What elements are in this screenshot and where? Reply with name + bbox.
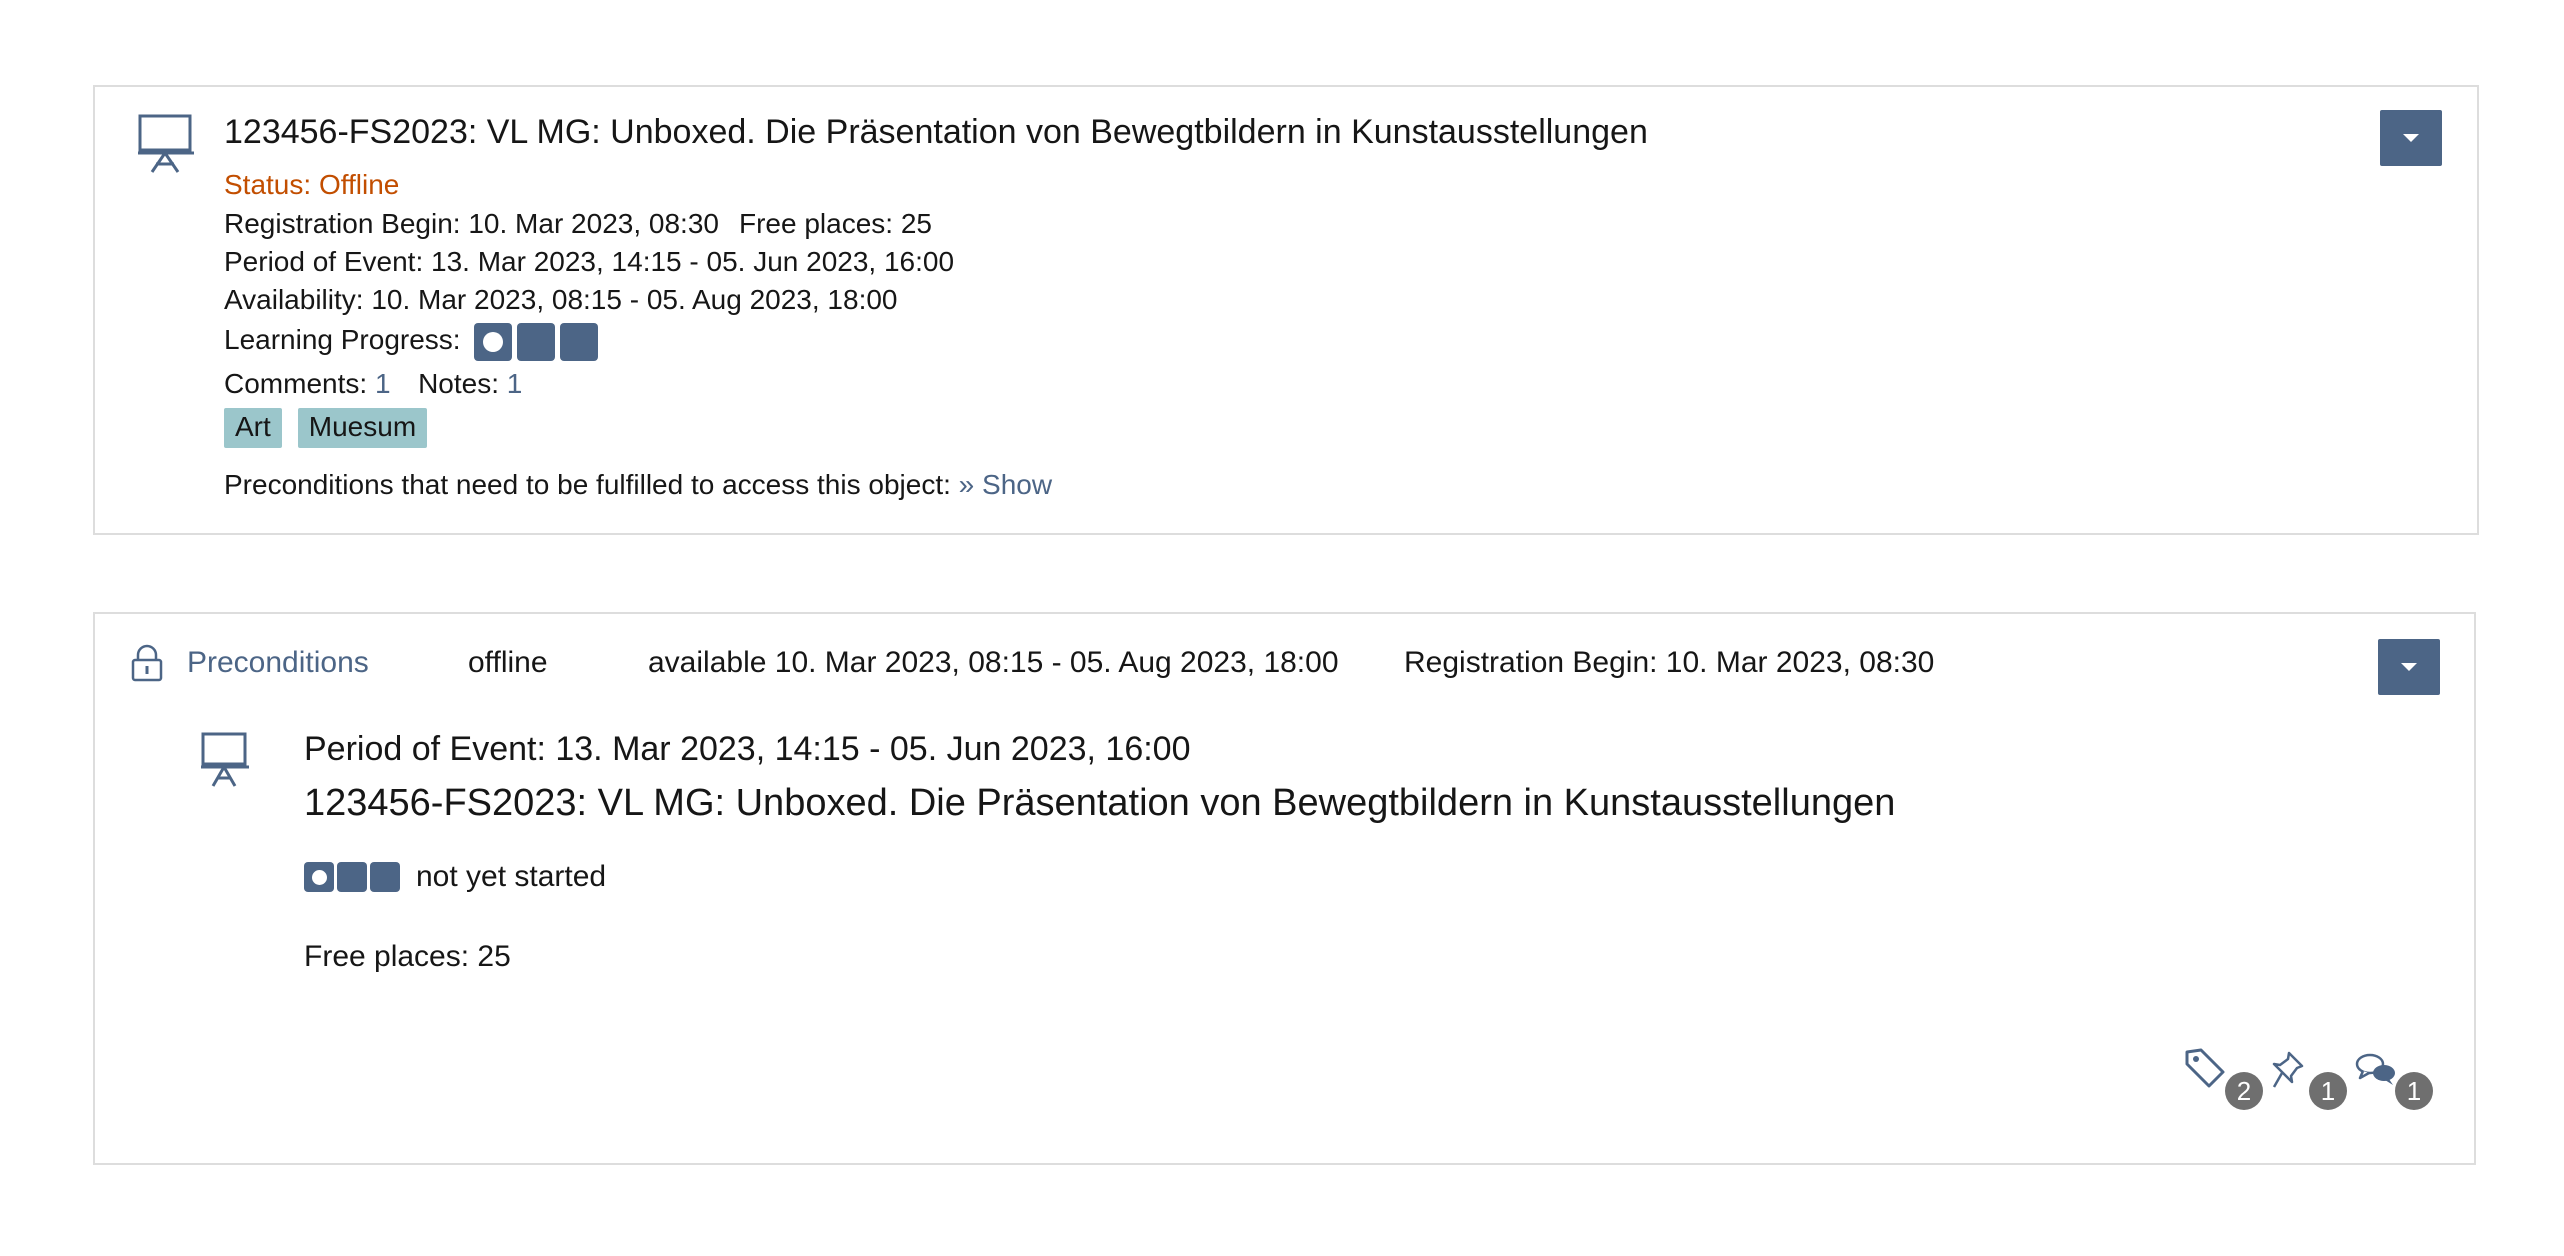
learning-progress-indicator[interactable] [474,322,599,361]
period-of-event: Period of Event: 13. Mar 2023, 14:15 - 0… [304,730,1191,768]
actions-dropdown-button[interactable] [2380,110,2442,166]
comments-count-link[interactable]: 1 [375,368,391,399]
tag[interactable]: Art [224,408,282,448]
notes-count-link[interactable]: 1 [507,368,523,399]
preconditions-toggle[interactable]: Preconditions [131,643,369,683]
tag[interactable]: Muesum [297,408,428,448]
preconditions-row: Preconditions that need to be fulfilled … [224,467,1052,503]
show-preconditions-link[interactable]: » Show [959,469,1052,500]
notes-label: Notes: [418,368,500,399]
progress-step-current [474,322,513,361]
learning-progress: Learning Progress: [224,322,599,361]
caret-down-icon [2403,134,2419,142]
progress-step [337,862,367,892]
course-title[interactable]: 123456-FS2023: VL MG: Unboxed. Die Präse… [304,779,1895,827]
tag-list: Art Muesum [224,408,428,448]
caret-down-icon [2401,663,2417,671]
free-places: Free places: 25 [304,940,511,973]
registration-info: Registration Begin: 10. Mar 2023, 08:30 F… [224,206,932,242]
course-title[interactable]: 123456-FS2023: VL MG: Unboxed. Die Präse… [224,114,1648,150]
free-places: Free places: 25 [738,208,932,239]
availability: available 10. Mar 2023, 08:15 - 05. Aug … [648,646,1339,679]
preconditions-text: Preconditions that need to be fulfilled … [224,469,951,500]
course-card-detailed: 123456-FS2023: VL MG: Unboxed. Die Präse… [93,85,2479,535]
registration-begin: Registration Begin: 10. Mar 2023, 08:30 [224,208,719,239]
presentation-board-icon [201,732,249,787]
actions-dropdown-button[interactable] [2378,639,2440,695]
comments-label: Comments: [224,368,368,399]
progress-status: not yet started [416,860,607,893]
status-offline: Status: Offline [224,169,400,200]
course-card-compact: Preconditions offline available 10. Mar … [93,612,2476,1165]
comments-count-badge: 1 [2395,1072,2433,1110]
comments-icon[interactable] [2355,1052,2397,1088]
registration-begin: Registration Begin: 10. Mar 2023, 08:30 [1404,646,1935,679]
offline-status: offline [468,646,548,679]
lock-icon [131,644,163,682]
availability: Availability: 10. Mar 2023, 08:15 - 05. … [224,284,898,315]
tag-icon[interactable] [2183,1046,2227,1090]
progress-step [370,862,400,892]
tags-count-badge: 2 [2225,1072,2263,1110]
preconditions-link[interactable]: Preconditions [187,643,369,683]
presentation-board-icon [138,114,194,173]
progress-step-current [304,862,334,892]
progress-step [517,322,556,361]
learning-progress-label: Learning Progress: [224,324,461,355]
comments-notes: Comments: 1 Notes: 1 [224,366,522,402]
pin-icon[interactable] [2271,1050,2305,1090]
learning-progress-indicator[interactable] [304,862,400,892]
notes-count-badge: 1 [2309,1072,2347,1110]
progress-step [560,322,599,361]
period-of-event: Period of Event: 13. Mar 2023, 14:15 - 0… [224,246,955,277]
